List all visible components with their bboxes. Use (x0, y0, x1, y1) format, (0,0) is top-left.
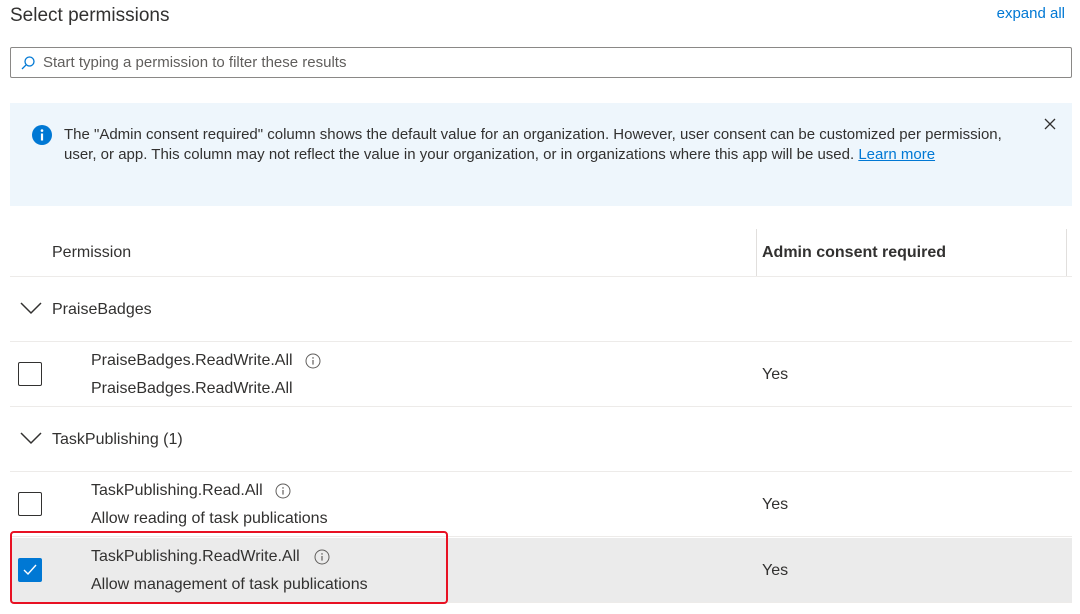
search-icon (21, 55, 35, 69)
page-title: Select permissions (10, 5, 170, 26)
column-divider[interactable] (756, 229, 757, 276)
permission-name: PraiseBadges.ReadWrite.All (91, 352, 293, 369)
search-input[interactable] (43, 48, 1071, 77)
select-permissions-page: Select permissions expand all The "Admin… (0, 0, 1080, 614)
column-header-admin-consent[interactable]: Admin consent required (762, 244, 946, 262)
permission-row[interactable]: TaskPublishing.Read.All Allow reading of… (10, 472, 1072, 537)
admin-consent-value: Yes (762, 366, 789, 383)
permission-description: Allow reading of task publications (91, 510, 328, 527)
column-divider[interactable] (1066, 229, 1067, 276)
learn-more-link[interactable]: Learn more (858, 146, 935, 163)
chevron-down-icon[interactable] (20, 302, 42, 315)
group-name: PraiseBadges (52, 301, 152, 318)
info-banner-message: The "Admin consent required" column show… (64, 125, 1034, 165)
group-row-taskpublishing[interactable]: TaskPublishing (1) (10, 408, 1072, 472)
admin-consent-value: Yes (762, 562, 789, 579)
table-header: Permission Admin consent required (10, 229, 1072, 277)
permission-row-selected[interactable]: TaskPublishing.ReadWrite.All Allow manag… (10, 538, 1072, 603)
info-banner: The "Admin consent required" column show… (10, 103, 1072, 206)
search-box[interactable] (10, 47, 1072, 78)
permission-checkbox-checked[interactable] (18, 558, 42, 582)
permission-name: TaskPublishing.ReadWrite.All (91, 548, 300, 565)
chevron-down-icon[interactable] (20, 432, 42, 445)
admin-consent-value: Yes (762, 496, 789, 513)
info-outline-icon[interactable] (314, 549, 330, 565)
permission-description: Allow management of task publications (91, 576, 368, 593)
close-icon[interactable] (1044, 118, 1056, 130)
permission-description: PraiseBadges.ReadWrite.All (91, 380, 293, 397)
permission-checkbox[interactable] (18, 492, 42, 516)
group-name: TaskPublishing (1) (52, 431, 183, 448)
permission-row[interactable]: PraiseBadges.ReadWrite.All PraiseBadges.… (10, 342, 1072, 407)
group-row-praisebadges[interactable]: PraiseBadges (10, 278, 1072, 342)
expand-all-link[interactable]: expand all (997, 5, 1065, 22)
column-header-permission[interactable]: Permission (52, 244, 131, 262)
info-outline-icon[interactable] (275, 483, 291, 499)
info-circle-icon (32, 125, 52, 145)
info-outline-icon[interactable] (305, 353, 321, 369)
permission-checkbox[interactable] (18, 362, 42, 386)
checkmark-icon (23, 564, 37, 576)
permission-name: TaskPublishing.Read.All (91, 482, 263, 499)
